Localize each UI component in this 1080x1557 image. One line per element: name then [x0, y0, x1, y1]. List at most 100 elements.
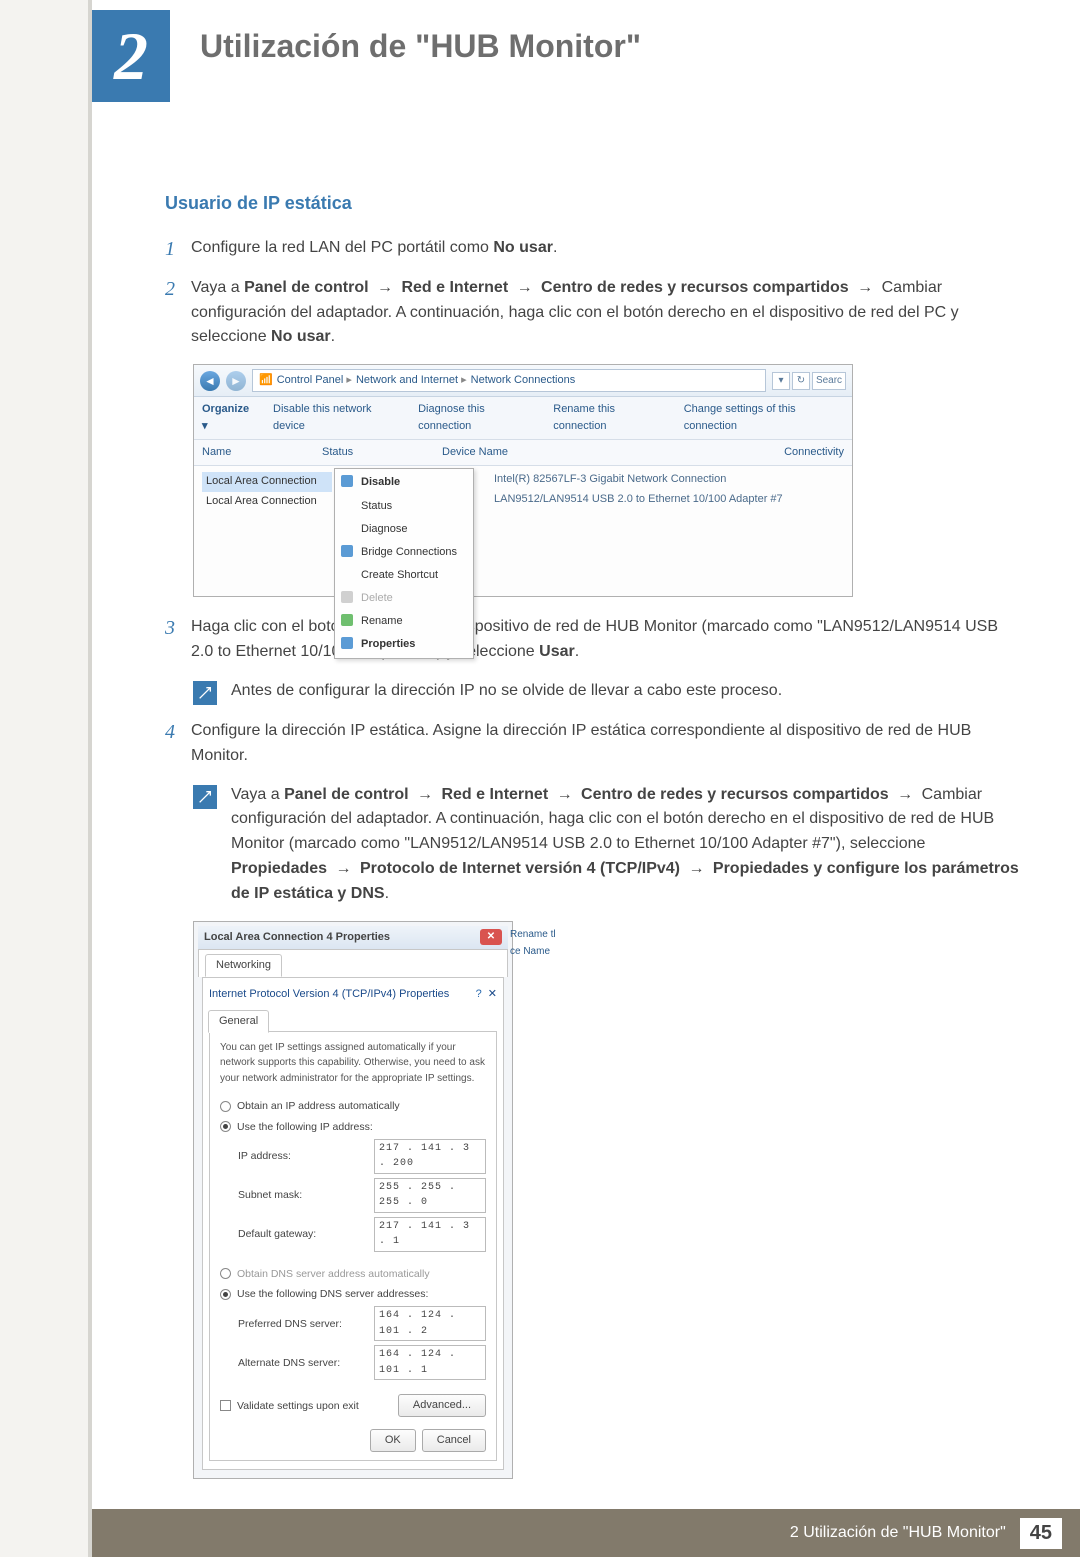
subnet-mask-field[interactable]: 255 . 255 . 255 . 0 [374, 1178, 486, 1213]
crumb[interactable]: Control Panel [277, 372, 352, 389]
sidebar-strip [0, 0, 92, 1557]
step-number: 3 [165, 615, 191, 665]
col-device-name[interactable]: Device Name [442, 444, 754, 461]
description-text: You can get IP settings assigned automat… [220, 1040, 486, 1087]
text: . [575, 643, 579, 660]
text-bold: Red e Internet [401, 279, 508, 296]
screenshot-ipv4-properties: Rename tl ce Name Local Area Connection … [193, 921, 1020, 1480]
dialog-title: Local Area Connection 4 Properties [204, 929, 390, 946]
ctx-disable[interactable]: Disable [335, 471, 473, 494]
ctx-properties[interactable]: Properties [335, 633, 473, 656]
inner-dialog-title: Internet Protocol Version 4 (TCP/IPv4) P… [209, 984, 497, 1009]
text: . [553, 239, 557, 256]
step-1: 1 Configure la red LAN del PC portátil c… [165, 236, 1020, 262]
text-bold: Protocolo de Internet versión 4 (TCP/IPv… [360, 860, 680, 877]
arrow-icon: → [331, 860, 355, 877]
radio-use-following-ip[interactable] [220, 1121, 231, 1132]
footer-bar: 2 Utilización de "HUB Monitor" 45 [92, 1509, 1080, 1557]
text-bold: Usar [539, 643, 575, 660]
refresh-button[interactable]: ↻ [792, 372, 810, 390]
step-number: 2 [165, 276, 191, 350]
ctx-create-shortcut[interactable]: Create Shortcut [335, 564, 473, 587]
text-bold: Centro de redes y recursos compartidos [581, 786, 889, 803]
device-name-row: Intel(R) 82567LF-3 Gigabit Network Conne… [494, 470, 783, 489]
crumb[interactable]: Network and Internet [356, 372, 467, 389]
arrow-icon: → [373, 279, 397, 296]
text-bold: No usar [493, 239, 553, 256]
ctx-diagnose[interactable]: Diagnose [335, 518, 473, 541]
forward-button[interactable]: ► [226, 371, 246, 391]
close-icon[interactable]: ✕ [488, 986, 497, 1003]
footer-text: 2 Utilización de "HUB Monitor" [790, 1524, 1006, 1542]
note-block: Vaya a Panel de control → Red e Internet… [193, 783, 1020, 907]
arrow-icon: → [684, 860, 708, 877]
label: Use the following IP address: [237, 1119, 373, 1135]
search-input[interactable]: Searc [812, 372, 846, 390]
ip-address-field[interactable]: 217 . 141 . 3 . 200 [374, 1139, 486, 1174]
help-icon[interactable]: ? [476, 986, 482, 1003]
text-bold: Red e Internet [441, 786, 548, 803]
text: Configure la dirección IP estática. Asig… [191, 722, 971, 764]
text-bold: Panel de control [284, 786, 408, 803]
menu-disable[interactable]: Disable this network device [273, 401, 400, 435]
cancel-button[interactable]: Cancel [422, 1429, 486, 1452]
context-menu: Disable Status Diagnose Bridge Connectio… [334, 468, 474, 658]
arrow-icon: → [413, 786, 437, 803]
text: . [331, 328, 335, 345]
radio-use-following-dns[interactable] [220, 1289, 231, 1300]
list-item[interactable]: Local Area Connection [202, 472, 332, 491]
tab-networking[interactable]: Networking [205, 954, 282, 977]
step-3: 3 Haga clic con el botón derecho en el d… [165, 615, 1020, 665]
text-bold: No usar [271, 328, 331, 345]
label-ip-address: IP address: [238, 1148, 368, 1164]
text-bold: Panel de control [244, 279, 368, 296]
step-4: 4 Configure la dirección IP estática. As… [165, 719, 1020, 769]
page-number: 45 [1020, 1518, 1062, 1549]
label-subnet-mask: Subnet mask: [238, 1187, 368, 1203]
arrow-icon: → [893, 786, 917, 803]
arrow-icon: → [853, 279, 877, 296]
dropdown-button[interactable]: ▾ [772, 372, 790, 390]
close-icon[interactable]: ✕ [480, 929, 502, 945]
step-2: 2 Vaya a Panel de control → Red e Intern… [165, 276, 1020, 350]
col-status[interactable]: Status [322, 444, 442, 461]
col-connectivity[interactable]: Connectivity [754, 444, 844, 461]
crumb[interactable]: Network Connections [471, 372, 576, 389]
radio-obtain-ip-auto[interactable] [220, 1101, 231, 1112]
section-heading: Usuario de IP estática [165, 190, 1020, 218]
arrow-icon: → [513, 279, 537, 296]
preferred-dns-field[interactable]: 164 . 124 . 101 . 2 [374, 1306, 486, 1341]
text: Vaya a [231, 786, 284, 803]
ok-button[interactable]: OK [370, 1429, 416, 1452]
menu-rename[interactable]: Rename this connection [553, 401, 665, 435]
label-preferred-dns: Preferred DNS server: [238, 1316, 368, 1332]
advanced-button[interactable]: Advanced... [398, 1394, 486, 1417]
tab-general[interactable]: General [208, 1010, 269, 1033]
text-bold: Centro de redes y recursos compartidos [541, 279, 849, 296]
label: Validate settings upon exit [237, 1398, 359, 1414]
radio-obtain-dns-auto[interactable] [220, 1268, 231, 1279]
alternate-dns-field[interactable]: 164 . 124 . 101 . 1 [374, 1345, 486, 1380]
label-alternate-dns: Alternate DNS server: [238, 1355, 368, 1371]
menu-change-settings[interactable]: Change settings of this connection [684, 401, 844, 435]
menu-diagnose[interactable]: Diagnose this connection [418, 401, 535, 435]
note-icon [193, 681, 217, 705]
chapter-badge: 2 [92, 10, 170, 102]
checkbox-validate-on-exit[interactable] [220, 1400, 231, 1411]
back-button[interactable]: ◄ [200, 371, 220, 391]
ctx-rename[interactable]: Rename [335, 610, 473, 633]
text: . [385, 885, 389, 902]
breadcrumb[interactable]: 📶 Control Panel Network and Internet Net… [252, 369, 766, 392]
default-gateway-field[interactable]: 217 . 141 . 3 . 1 [374, 1217, 486, 1252]
col-name[interactable]: Name [202, 444, 322, 461]
ctx-bridge[interactable]: Bridge Connections [335, 541, 473, 564]
ctx-delete[interactable]: Delete [335, 587, 473, 610]
folder-icon: 📶 [259, 372, 273, 389]
text-bold: Propiedades [231, 860, 327, 877]
menu-organize[interactable]: Organize ▾ [202, 401, 255, 435]
text: Vaya a [191, 279, 244, 296]
ctx-status[interactable]: Status [335, 495, 473, 518]
stub-text: ce Name [510, 943, 570, 961]
label-default-gateway: Default gateway: [238, 1226, 368, 1242]
list-item[interactable]: Local Area Connection [202, 492, 332, 511]
